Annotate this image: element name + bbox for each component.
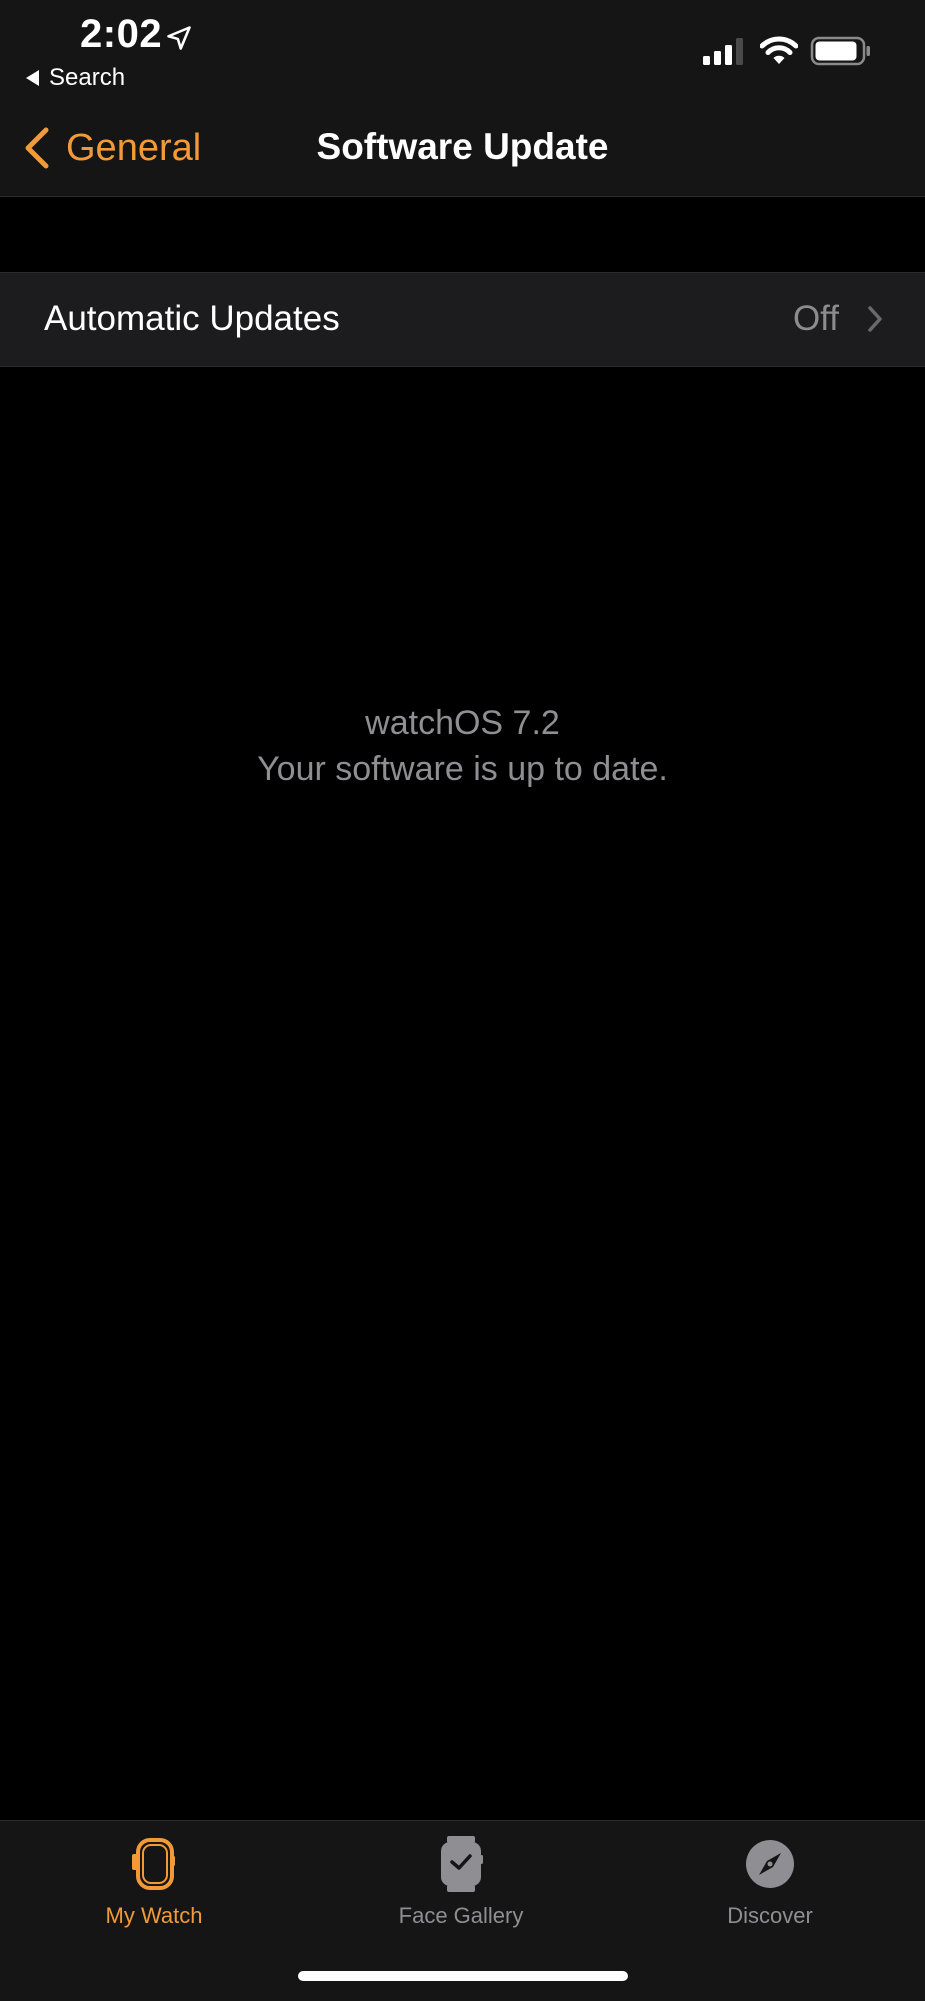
compass-icon (746, 1840, 794, 1888)
chevron-right-icon (868, 306, 882, 332)
back-app-label: Search (49, 64, 126, 91)
nav-back-label: General (66, 126, 202, 169)
battery-icon (810, 36, 870, 66)
watchos-version: watchOS 7.2 (365, 704, 560, 742)
tab-face-gallery-label: Face Gallery (398, 1903, 524, 1928)
up-to-date-message: Your software is up to date. (257, 750, 668, 788)
tab-my-watch[interactable]: My Watch (34, 1833, 274, 1929)
automatic-updates-label: Automatic Updates (44, 299, 340, 338)
cellular-signal-icon (703, 38, 743, 65)
nav-back-button[interactable]: General (24, 126, 201, 170)
top-bar: 2:02 Search General Software Update (0, 0, 925, 197)
back-to-app-link[interactable]: Search (26, 64, 125, 92)
tab-my-watch-label: My Watch (105, 1903, 203, 1928)
face-gallery-icon (441, 1836, 483, 1892)
automatic-updates-row[interactable]: Automatic Updates Off (0, 272, 925, 367)
wifi-icon (760, 36, 798, 64)
status-time: 2:02 (80, 12, 163, 56)
tab-face-gallery[interactable]: Face Gallery (341, 1833, 581, 1929)
tab-discover[interactable]: Discover (650, 1833, 890, 1929)
chevron-left-icon (25, 127, 49, 169)
update-status: watchOS 7.2 Your software is up to date. (0, 700, 925, 792)
location-arrow-icon (167, 26, 191, 50)
tab-discover-label: Discover (727, 1903, 813, 1928)
automatic-updates-value: Off (792, 299, 839, 338)
home-indicator[interactable] (298, 1971, 628, 1981)
back-triangle-icon (26, 70, 39, 86)
watch-icon (132, 1838, 175, 1890)
